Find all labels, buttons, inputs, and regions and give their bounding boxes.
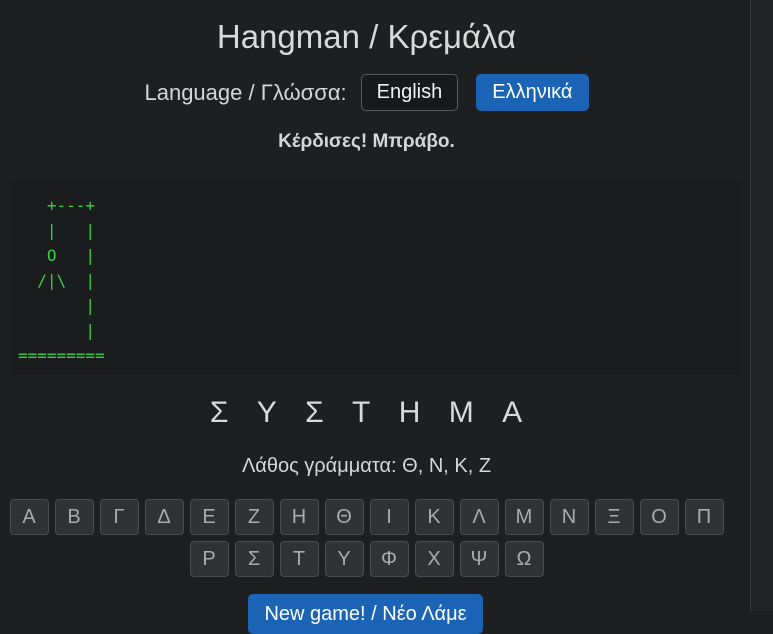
new-game-button[interactable]: New game! / Νέο Λάμε: [248, 594, 483, 634]
word-display: Σ Υ Σ Τ Η Μ Α: [0, 396, 733, 430]
language-label: Language / Γλώσσα:: [144, 79, 347, 105]
gallows-panel: +---+ | | O | /|\ | | | =========: [10, 179, 742, 375]
letter-key[interactable]: Π: [684, 499, 724, 535]
word-letter: Υ: [256, 396, 278, 429]
keyboard-row-1: Α Β Γ Δ Ε Ζ Η Θ Ι Κ Λ Μ Ν Ξ Ο Π: [0, 499, 733, 535]
letter-key[interactable]: Ι: [369, 499, 409, 535]
word-letter: Τ: [352, 396, 372, 429]
english-button[interactable]: English: [360, 74, 459, 111]
letter-key[interactable]: Χ: [414, 541, 454, 577]
letter-key[interactable]: Γ: [99, 499, 139, 535]
letter-key[interactable]: Υ: [324, 541, 364, 577]
letter-key[interactable]: Ψ: [459, 541, 499, 577]
keyboard-row-2: Ρ Σ Τ Υ Φ Χ Ψ Ω: [0, 541, 733, 577]
letter-key[interactable]: Ο: [639, 499, 679, 535]
letter-key[interactable]: Α: [9, 499, 49, 535]
word-letter: Σ: [305, 396, 325, 429]
letter-key[interactable]: Ε: [189, 499, 229, 535]
letter-key[interactable]: Ω: [504, 541, 544, 577]
letter-keyboard: Α Β Γ Δ Ε Ζ Η Θ Ι Κ Λ Μ Ν Ξ Ο Π Ρ Σ Τ Υ …: [0, 499, 733, 577]
letter-key[interactable]: Κ: [414, 499, 454, 535]
letter-key[interactable]: Β: [54, 499, 94, 535]
game-status: Κέρδισες! Μπράβο.: [278, 131, 455, 152]
gallows-ascii-art: +---+ | | O | /|\ | | | =========: [18, 196, 105, 365]
letter-key[interactable]: Τ: [279, 541, 319, 577]
hangman-app: Hangman / Κρεμάλα Language / Γλώσσα: Eng…: [0, 0, 750, 634]
word-letter: Α: [502, 396, 524, 429]
letter-key[interactable]: Θ: [324, 499, 364, 535]
letter-key[interactable]: Φ: [369, 541, 409, 577]
page-title: Hangman / Κρεμάλα: [216, 18, 517, 55]
word-letter: Η: [398, 396, 422, 429]
letter-key[interactable]: Μ: [504, 499, 544, 535]
wrong-letters: Λάθος γράμματα: Θ, Ν, Κ, Ζ: [241, 455, 492, 477]
language-selector: Language / Γλώσσα: English Ελληνικά: [0, 74, 733, 111]
word-letter: Σ: [209, 396, 230, 429]
letter-key[interactable]: Ξ: [594, 499, 634, 535]
scrollbar[interactable]: [750, 0, 773, 611]
letter-key[interactable]: Ν: [549, 499, 589, 535]
word-letter: Μ: [448, 396, 475, 429]
letter-key[interactable]: Σ: [234, 541, 274, 577]
letter-key[interactable]: Ζ: [234, 499, 274, 535]
letter-key[interactable]: Δ: [144, 499, 184, 535]
letter-key[interactable]: Η: [279, 499, 319, 535]
letter-key[interactable]: Ρ: [189, 541, 229, 577]
letter-key[interactable]: Λ: [459, 499, 499, 535]
greek-button[interactable]: Ελληνικά: [476, 74, 589, 111]
